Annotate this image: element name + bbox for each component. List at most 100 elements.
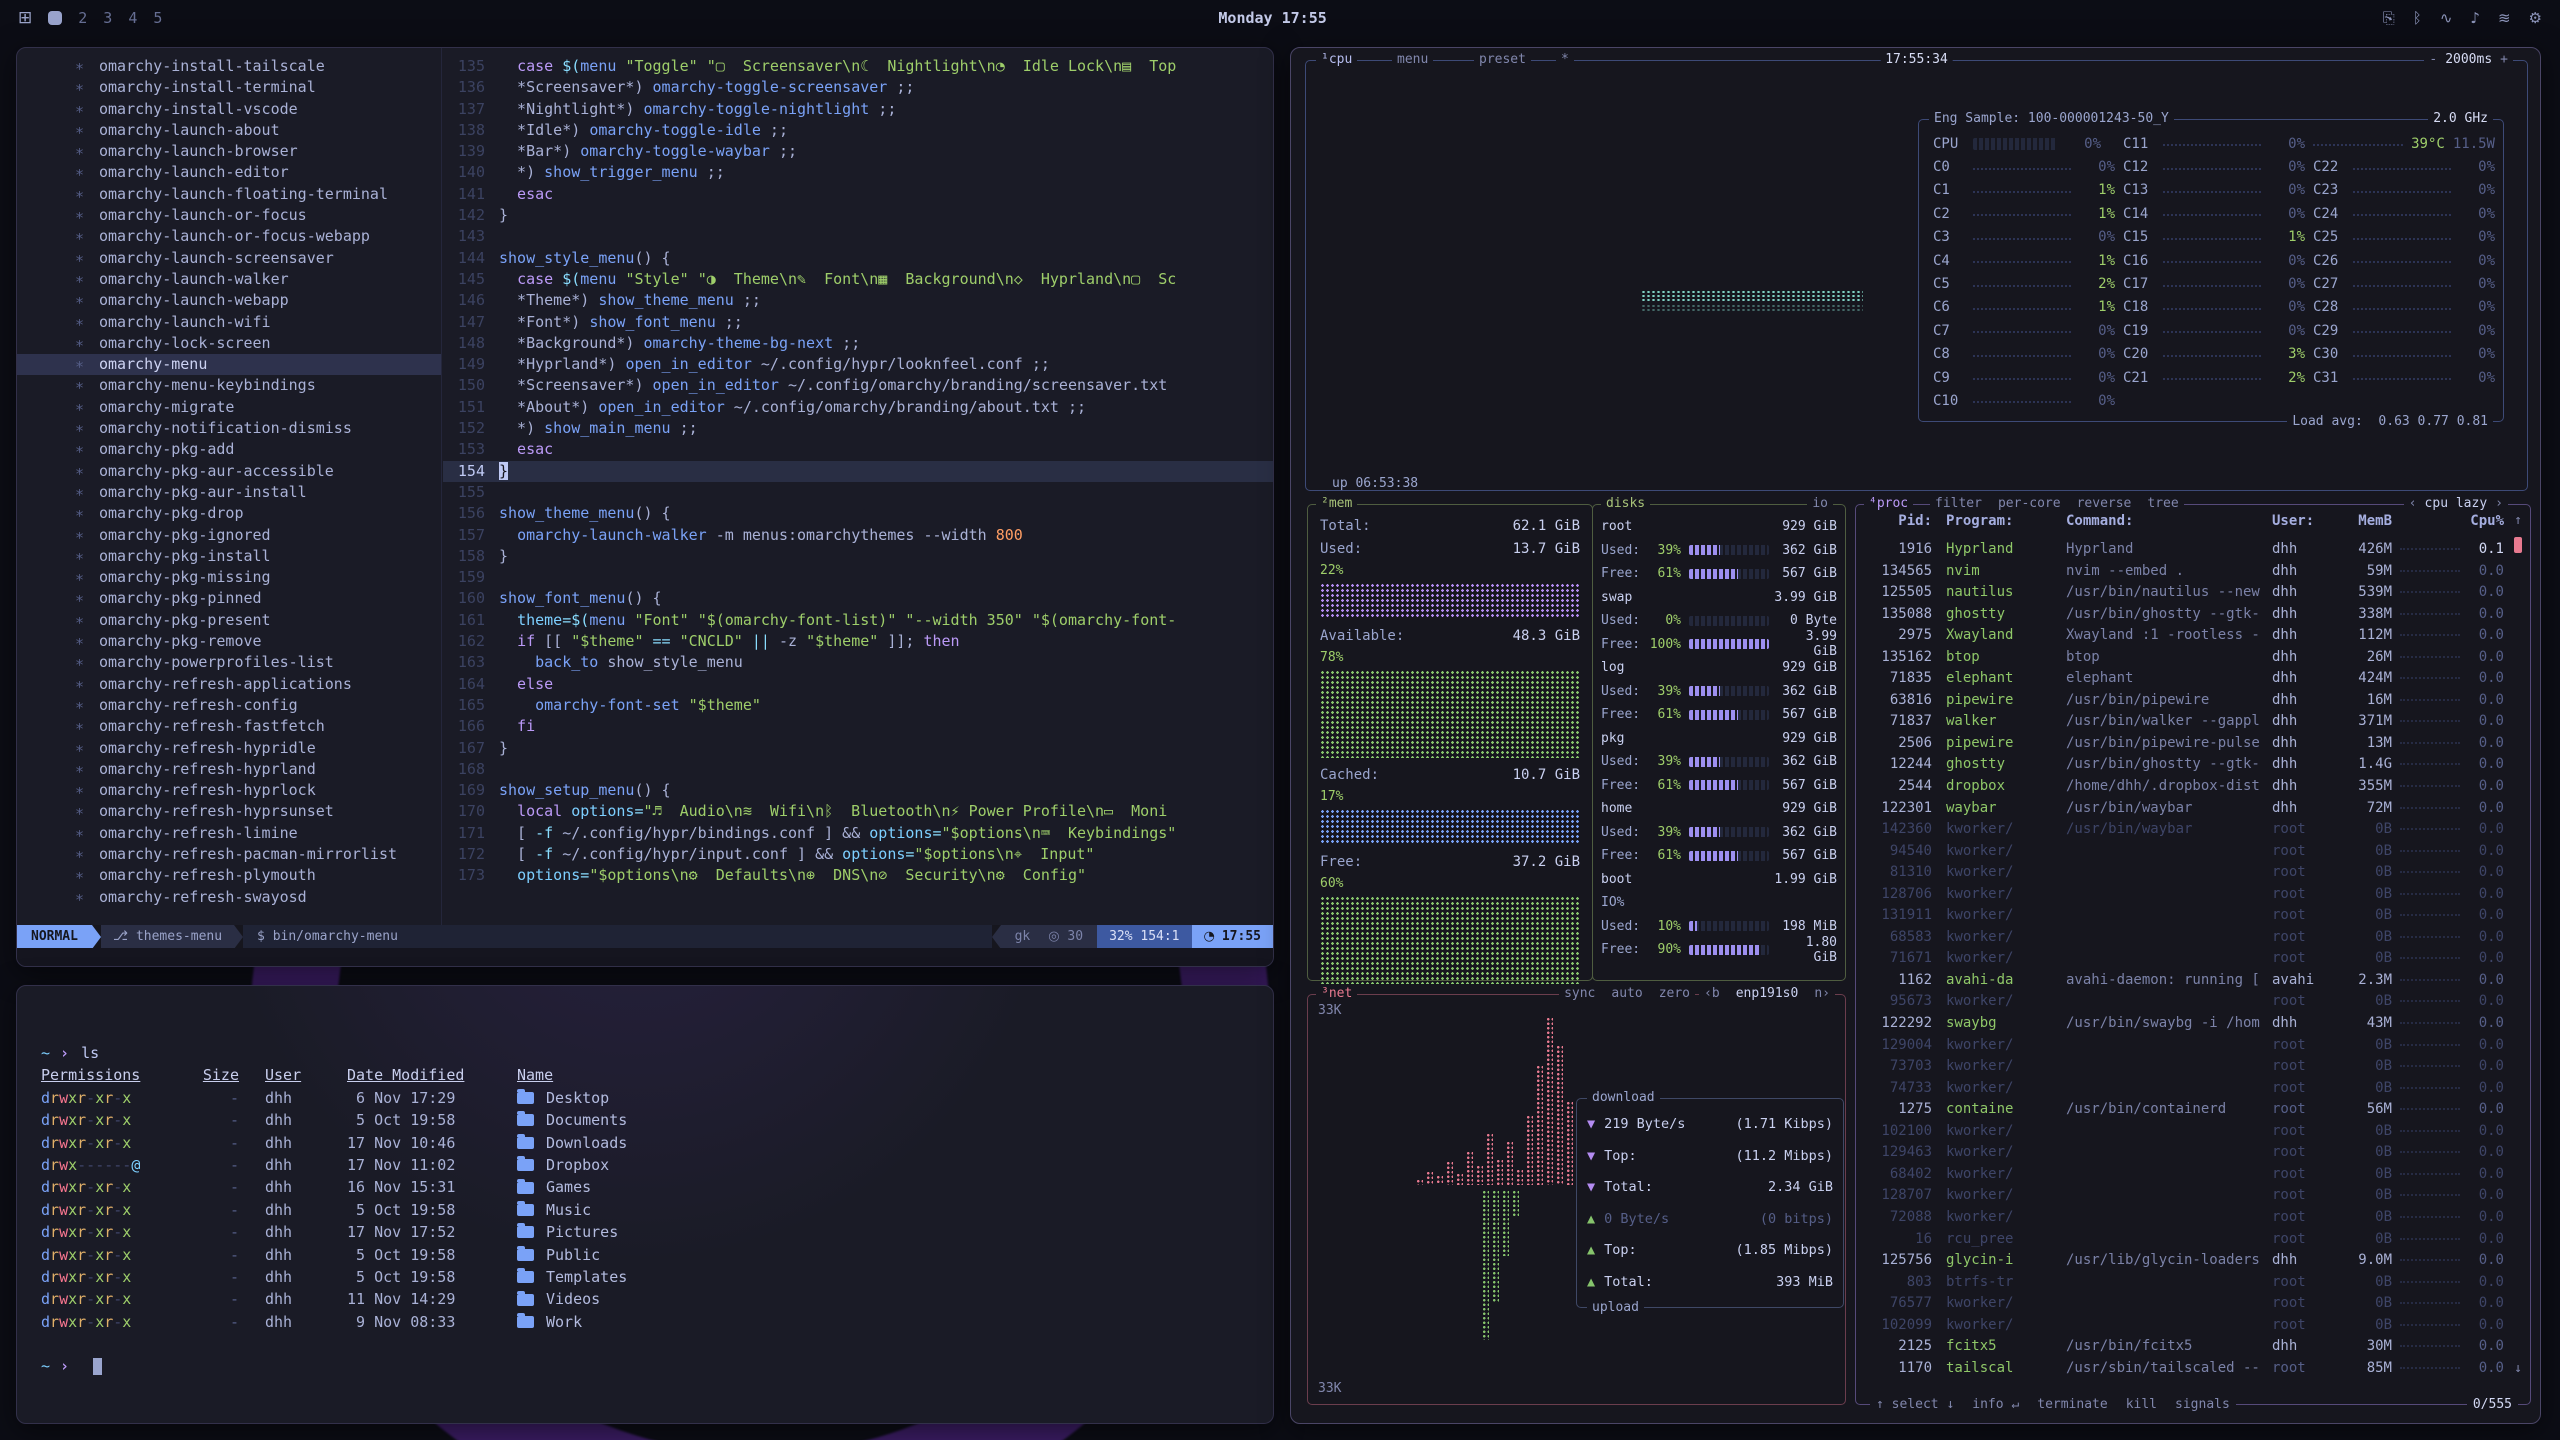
- file-item[interactable]: ∗omarchy-refresh-hyprland: [17, 759, 441, 780]
- file-item[interactable]: ∗omarchy-launch-about: [17, 120, 441, 141]
- proc-footer-item[interactable]: kill: [2126, 1396, 2157, 1414]
- net-auto-button[interactable]: auto: [1611, 985, 1642, 1003]
- proc-row[interactable]: 1162avahi-daavahi-daemon: running [avahi…: [1866, 970, 2504, 992]
- bluetooth-icon[interactable]: ᛒ: [2413, 9, 2422, 27]
- proc-row[interactable]: 142360kworker//usr/bin/waybarroot0B0.0: [1866, 819, 2504, 841]
- screencast-icon[interactable]: ⎘: [2383, 9, 2395, 27]
- proc-row[interactable]: 72088kworker/root0B0.0: [1866, 1207, 2504, 1229]
- prompt-line[interactable]: ~ ›: [41, 1355, 1249, 1377]
- proc-row[interactable]: 68583kworker/root0B0.0: [1866, 927, 2504, 949]
- file-item[interactable]: ∗omarchy-launch-or-focus-webapp: [17, 226, 441, 247]
- workspace-2[interactable]: 2: [78, 9, 87, 27]
- proc-row[interactable]: 128706kworker/root0B0.0: [1866, 884, 2504, 906]
- proc-row[interactable]: 1275containe/usr/bin/containerdroot56M0.…: [1866, 1099, 2504, 1121]
- stats-icon[interactable]: ∿: [2440, 9, 2453, 27]
- launcher-icon[interactable]: ⊞: [18, 8, 32, 28]
- volume-icon[interactable]: ♪: [2470, 9, 2480, 27]
- settings-icon[interactable]: ⚙: [2529, 9, 2542, 27]
- proc-row[interactable]: 68402kworker/root0B0.0: [1866, 1164, 2504, 1186]
- workspace-active[interactable]: [48, 11, 62, 25]
- proc-row[interactable]: 129463kworker/root0B0.0: [1866, 1142, 2504, 1164]
- proc-row[interactable]: 1170tailscal/usr/sbin/tailscaled --root8…: [1866, 1358, 2504, 1378]
- proc-row[interactable]: 81310kworker/root0B0.0: [1866, 862, 2504, 884]
- file-item[interactable]: ∗omarchy-pkg-ignored: [17, 525, 441, 546]
- proc-row[interactable]: 803btrfs-trroot0B0.0: [1866, 1272, 2504, 1294]
- file-item[interactable]: ∗omarchy-launch-editor: [17, 162, 441, 183]
- file-item[interactable]: ∗omarchy-pkg-add: [17, 439, 441, 460]
- proc-row[interactable]: 135162btopbtopdhh26M0.0: [1866, 647, 2504, 669]
- file-item[interactable]: ∗omarchy-pkg-drop: [17, 503, 441, 524]
- proc-footer-item[interactable]: terminate: [2037, 1396, 2107, 1414]
- proc-row[interactable]: 129004kworker/root0B0.0: [1866, 1035, 2504, 1057]
- file-item[interactable]: ∗omarchy-refresh-applications: [17, 674, 441, 695]
- proc-row[interactable]: 71837walker/usr/bin/walker --gappldhh371…: [1866, 711, 2504, 733]
- file-item[interactable]: ∗omarchy-menu-keybindings: [17, 375, 441, 396]
- scroll-down-icon[interactable]: ↓: [2514, 1361, 2522, 1376]
- per-core-button[interactable]: per-core: [1998, 495, 2061, 513]
- iface-next-button[interactable]: n›: [1814, 985, 1830, 1003]
- preset-button[interactable]: preset: [1474, 51, 1531, 69]
- proc-row[interactable]: 12244ghostty/usr/bin/ghostty --gtk-dhh1.…: [1866, 754, 2504, 776]
- proc-row[interactable]: 73703kworker/root0B0.0: [1866, 1056, 2504, 1078]
- file-item[interactable]: ∗omarchy-menu: [17, 354, 441, 375]
- file-item[interactable]: ∗omarchy-pkg-install: [17, 546, 441, 567]
- workspace-4[interactable]: 4: [128, 9, 137, 27]
- proc-row[interactable]: 135088ghostty/usr/bin/ghostty --gtk-dhh3…: [1866, 604, 2504, 626]
- proc-row[interactable]: 94540kworker/root0B0.0: [1866, 841, 2504, 863]
- clock[interactable]: Monday 17:55: [1218, 9, 1326, 27]
- proc-row[interactable]: 131911kworker/root0B0.0: [1866, 905, 2504, 927]
- code-lines[interactable]: 135 case $(menu "Toggle" "▢ Screensaver\…: [443, 48, 1273, 925]
- btop-window[interactable]: ¹cpu menu preset * 17:55:34 - 2000ms + u…: [1290, 47, 2541, 1424]
- proc-row[interactable]: 122301waybar/usr/bin/waybardhh72M0.0: [1866, 798, 2504, 820]
- proc-row[interactable]: 2506pipewire/usr/bin/pipewire-pulsedhh13…: [1866, 733, 2504, 755]
- file-item[interactable]: ∗omarchy-refresh-config: [17, 695, 441, 716]
- file-item[interactable]: ∗omarchy-pkg-pinned: [17, 588, 441, 609]
- file-item[interactable]: ∗omarchy-install-terminal: [17, 77, 441, 98]
- terminal-window[interactable]: ~ › ls PermissionsSizeUserDate ModifiedN…: [16, 985, 1274, 1424]
- proc-row[interactable]: 71671kworker/root0B0.0: [1866, 948, 2504, 970]
- proc-row[interactable]: 74733kworker/root0B0.0: [1866, 1078, 2504, 1100]
- proc-row[interactable]: 71835elephantelephantdhh424M0.0: [1866, 668, 2504, 690]
- file-item[interactable]: ∗omarchy-launch-floating-terminal: [17, 184, 441, 205]
- file-item[interactable]: ∗omarchy-pkg-remove: [17, 631, 441, 652]
- proc-row[interactable]: 16rcu_preeroot0B0.0: [1866, 1229, 2504, 1251]
- proc-row[interactable]: 1916HyprlandHyprlanddhh426M0.1: [1866, 539, 2504, 561]
- menu-button[interactable]: menu: [1392, 51, 1433, 69]
- file-item[interactable]: ∗omarchy-powerprofiles-list: [17, 652, 441, 673]
- proc-row[interactable]: 95673kworker/root0B0.0: [1866, 991, 2504, 1013]
- sort-prev-button[interactable]: ‹: [2409, 495, 2417, 513]
- file-item[interactable]: ∗omarchy-refresh-limine: [17, 823, 441, 844]
- interval-decrease[interactable]: -: [2429, 51, 2437, 69]
- proc-row[interactable]: 134565nvimnvim --embed .dhh59M0.0: [1866, 561, 2504, 583]
- file-item[interactable]: ∗omarchy-launch-or-focus: [17, 205, 441, 226]
- file-item[interactable]: ∗omarchy-refresh-pacman-mirrorlist: [17, 844, 441, 865]
- filter-button[interactable]: filter: [1935, 495, 1982, 513]
- file-item[interactable]: ∗omarchy-pkg-aur-accessible: [17, 461, 441, 482]
- file-item[interactable]: ∗omarchy-pkg-aur-install: [17, 482, 441, 503]
- proc-row[interactable]: 2975XwaylandXwayland :1 -rootless -dhh11…: [1866, 625, 2504, 647]
- net-sync-button[interactable]: sync: [1564, 985, 1595, 1003]
- file-item[interactable]: ∗omarchy-launch-browser: [17, 141, 441, 162]
- file-item[interactable]: ∗omarchy-lock-screen: [17, 333, 441, 354]
- proc-row[interactable]: 102099kworker/root0B0.0: [1866, 1315, 2504, 1337]
- proc-row[interactable]: 125756glycin-i/usr/lib/glycin-loadersdhh…: [1866, 1250, 2504, 1272]
- neovim-window[interactable]: ∗omarchy-install-tailscale∗omarchy-insta…: [16, 47, 1274, 967]
- proc-row[interactable]: 2544dropbox/home/dhh/.dropbox-distdhh355…: [1866, 776, 2504, 798]
- reverse-button[interactable]: reverse: [2077, 495, 2132, 513]
- file-item[interactable]: ∗omarchy-launch-wifi: [17, 312, 441, 333]
- file-item[interactable]: ∗omarchy-launch-webapp: [17, 290, 441, 311]
- file-item[interactable]: ∗omarchy-refresh-hyprlock: [17, 780, 441, 801]
- io-mode-button[interactable]: io: [1807, 495, 1833, 513]
- tree-button[interactable]: tree: [2147, 495, 2178, 513]
- proc-row[interactable]: 63816pipewire/usr/bin/pipewiredhh16M0.0: [1866, 690, 2504, 712]
- proc-row[interactable]: 122292swaybg/usr/bin/swaybg -i /homdhh43…: [1866, 1013, 2504, 1035]
- file-item[interactable]: ∗omarchy-refresh-plymouth: [17, 865, 441, 886]
- proc-row[interactable]: 2125fcitx5/usr/bin/fcitx5dhh30M0.0: [1866, 1336, 2504, 1358]
- proc-row[interactable]: 128707kworker/root0B0.0: [1866, 1185, 2504, 1207]
- interval-increase[interactable]: +: [2500, 51, 2508, 69]
- proc-footer-item[interactable]: ↑ select ↓: [1876, 1396, 1954, 1414]
- proc-row[interactable]: 76577kworker/root0B0.0: [1866, 1293, 2504, 1315]
- scroll-up-icon[interactable]: ↑: [2514, 513, 2522, 528]
- file-item[interactable]: ∗omarchy-notification-dismiss: [17, 418, 441, 439]
- workspace-5[interactable]: 5: [153, 9, 162, 27]
